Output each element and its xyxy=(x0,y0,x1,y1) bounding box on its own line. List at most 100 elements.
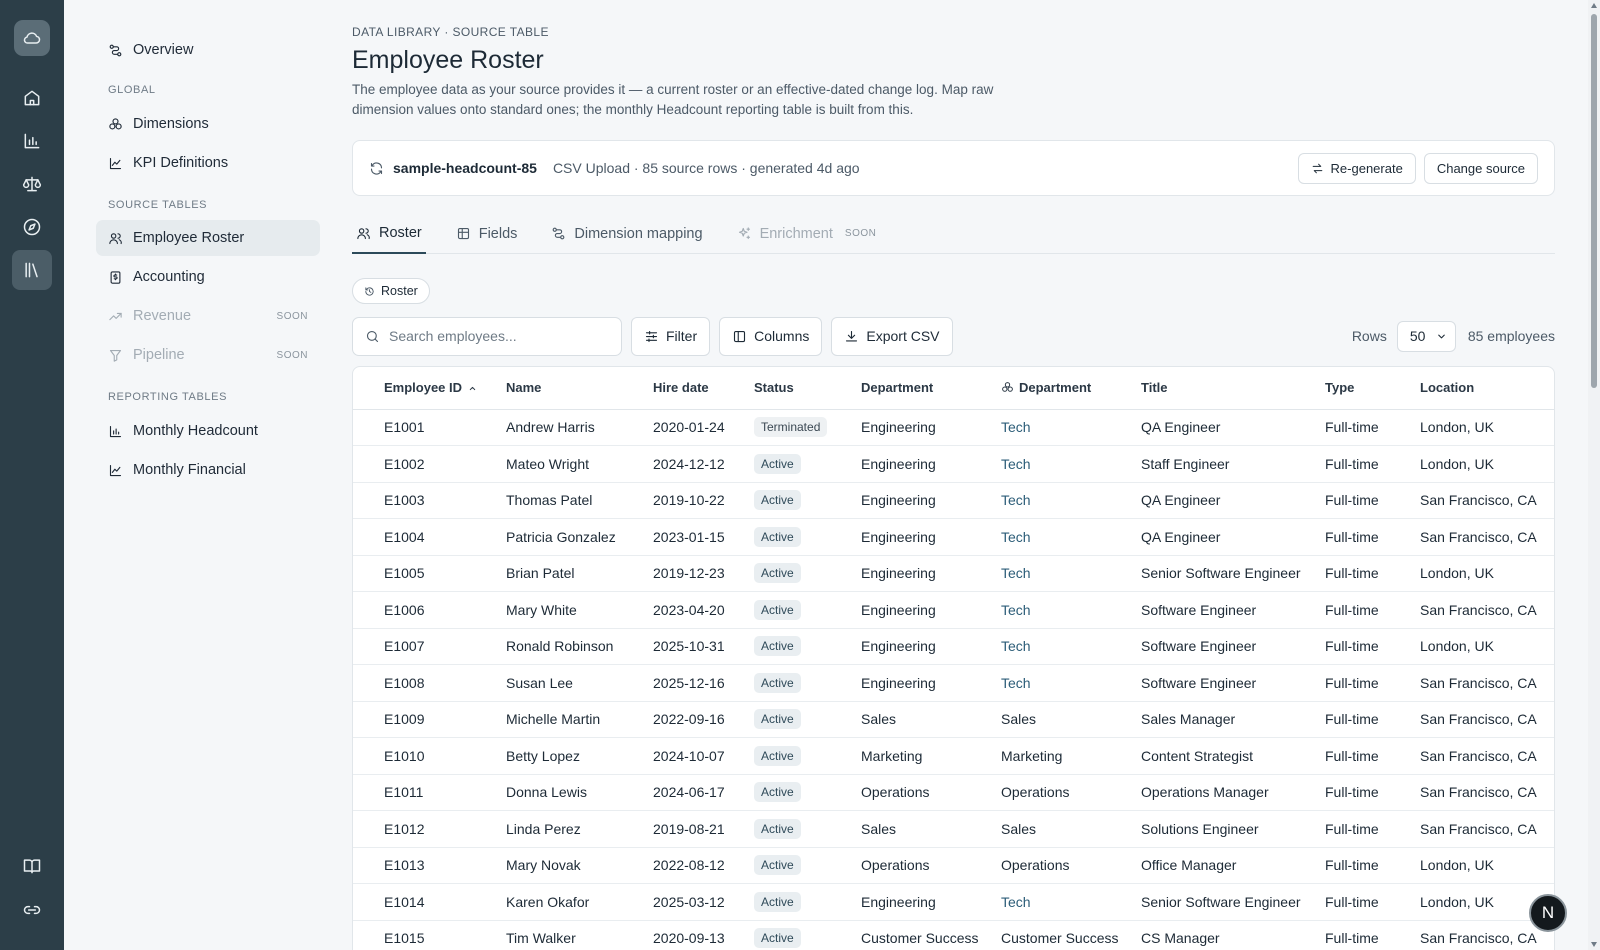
location-cell: London, UK xyxy=(1420,628,1554,665)
regenerate-button[interactable]: Re-generate xyxy=(1297,152,1416,184)
hire-date-cell: 2019-10-22 xyxy=(653,482,754,519)
location-cell: London, UK xyxy=(1420,445,1554,483)
table-row[interactable]: E1008 Susan Lee 2025-12-16 Active Engineerin… xyxy=(353,664,1554,702)
column-header-location[interactable]: Location xyxy=(1420,367,1554,410)
app-logo[interactable] xyxy=(14,20,50,56)
hire-date-cell: 2023-04-20 xyxy=(653,591,754,629)
rail-explore-button[interactable] xyxy=(12,207,52,247)
table-row[interactable]: E1013 Mary Novak 2022-08-12 Active Operation… xyxy=(353,847,1554,884)
rail-library-button[interactable] xyxy=(12,250,52,290)
search-box[interactable] xyxy=(352,316,622,356)
status-badge: Active xyxy=(754,928,801,949)
table-row[interactable]: E1006 Mary White 2023-04-20 Active Engineeri… xyxy=(353,591,1554,629)
scroll-thumb[interactable] xyxy=(1591,14,1597,388)
rail-home-button[interactable] xyxy=(12,78,52,118)
status-badge: Active xyxy=(754,745,801,766)
status-badge: Active xyxy=(754,563,801,584)
view-pill-label: Roster xyxy=(381,284,418,298)
table-row[interactable]: E1005 Brian Patel 2019-12-23 Active Engineer… xyxy=(353,555,1554,592)
department-cell: Sales xyxy=(861,701,1001,738)
column-header-status[interactable]: Status xyxy=(754,367,861,410)
column-header-title[interactable]: Title xyxy=(1141,367,1325,410)
rows-per-page-select[interactable]: 50 xyxy=(1396,320,1456,352)
status-badge: Active xyxy=(754,453,801,474)
department-cell: Marketing xyxy=(861,737,1001,775)
title-cell: Software Engineer xyxy=(1141,664,1325,702)
sidebar-item-employee-roster[interactable]: Employee Roster xyxy=(96,220,320,256)
column-header-employee-id[interactable]: Employee ID xyxy=(353,367,506,410)
ledger-icon xyxy=(110,270,121,284)
scroll-down-arrow-icon[interactable] xyxy=(1590,940,1598,948)
sidebar-item-kpi-definitions[interactable]: KPI Definitions xyxy=(96,145,320,181)
table-row[interactable]: E1010 Betty Lopez 2024-10-07 Active Marketin… xyxy=(353,737,1554,775)
status-cell: Active xyxy=(754,664,861,702)
table-row[interactable]: E1003 Thomas Patel 2019-10-22 Active Enginee… xyxy=(353,482,1554,519)
name-cell: Susan Lee xyxy=(506,664,653,702)
table-row[interactable]: E1001 Andrew Harris 2020-01-24 Terminated En… xyxy=(353,409,1554,446)
location-cell: San Francisco, CA xyxy=(1420,664,1554,702)
location-cell: San Francisco, CA xyxy=(1420,774,1554,811)
table-row[interactable]: E1009 Michelle Martin 2022-09-16 Active Sale… xyxy=(353,701,1554,738)
employee-id-cell: E1002 xyxy=(353,445,506,483)
type-cell: Full-time xyxy=(1325,847,1420,884)
standard-department-cell: Tech xyxy=(1001,883,1141,921)
hire-date-cell: 2020-01-24 xyxy=(653,409,754,446)
status-badge: Active xyxy=(754,672,801,693)
trending-up-icon xyxy=(109,312,122,320)
column-header-hire-date[interactable]: Hire date xyxy=(653,367,754,410)
tab-dimension-mapping[interactable]: Dimension mapping xyxy=(547,214,706,253)
change-source-button[interactable]: Change source xyxy=(1423,152,1538,184)
rail-balance-button[interactable] xyxy=(12,164,52,204)
funnel-icon xyxy=(109,349,122,362)
location-cell: San Francisco, CA xyxy=(1420,518,1554,556)
sidebar-item-revenue: Revenue SOON xyxy=(96,298,320,334)
export-csv-button[interactable]: Export CSV xyxy=(831,316,953,356)
sidebar-item-monthly-headcount[interactable]: Monthly Headcount xyxy=(96,413,320,449)
page-description: The employee data as your source provide… xyxy=(352,82,994,117)
table-row[interactable]: E1015 Tim Walker 2020-09-13 Active Customer … xyxy=(353,920,1554,950)
hire-date-cell: 2022-08-12 xyxy=(653,847,754,884)
sidebar-item-label: Accounting xyxy=(133,269,205,285)
location-cell: San Francisco, CA xyxy=(1420,737,1554,775)
bar-chart-icon xyxy=(109,425,122,437)
search-input[interactable] xyxy=(389,328,609,344)
column-header-department[interactable]: Department xyxy=(861,367,1001,410)
standard-department-cell: Operations xyxy=(1001,847,1141,884)
page-scrollbar[interactable] xyxy=(1588,0,1600,950)
location-cell: San Francisco, CA xyxy=(1420,591,1554,629)
table-row[interactable]: E1012 Linda Perez 2019-08-21 Active Sales Sal… xyxy=(353,810,1554,848)
tab-roster[interactable]: Roster xyxy=(352,214,426,254)
location-cell: San Francisco, CA xyxy=(1420,701,1554,738)
column-header-type[interactable]: Type xyxy=(1325,367,1420,410)
scroll-up-arrow-icon[interactable] xyxy=(1590,2,1598,10)
status-badge: Active xyxy=(754,818,801,839)
tab-fields[interactable]: Fields xyxy=(452,214,522,253)
table-row[interactable]: E1004 Patricia Gonzalez 2023-01-15 Active En… xyxy=(353,518,1554,556)
table-row[interactable]: E1014 Karen Okafor 2025-03-12 Active Enginee… xyxy=(353,883,1554,921)
column-header-name[interactable]: Name xyxy=(506,367,653,410)
name-cell: Mary Novak xyxy=(506,847,653,884)
table-row[interactable]: E1002 Mateo Wright 2024-12-12 Active Enginee… xyxy=(353,445,1554,483)
columns-button[interactable]: Columns xyxy=(719,316,823,356)
sidebar-item-dimensions[interactable]: Dimensions xyxy=(96,106,320,142)
sidebar-item-monthly-financial[interactable]: Monthly Financial xyxy=(96,452,320,488)
tab-label: Roster xyxy=(379,225,422,241)
table-row[interactable]: E1007 Ronald Robinson 2025-10-31 Active Engi… xyxy=(353,628,1554,665)
status-badge: Active xyxy=(754,490,801,511)
sidebar-item-accounting[interactable]: Accounting xyxy=(96,259,320,295)
sidebar-item-overview[interactable]: Overview xyxy=(96,32,320,68)
roster-table: Employee ID Name Hire date Status Depart… xyxy=(352,366,1555,950)
rail-integrations-button[interactable] xyxy=(12,890,52,930)
tab-label: Fields xyxy=(478,225,518,242)
name-cell: Michelle Martin xyxy=(506,701,653,738)
export-label: Export CSV xyxy=(866,328,940,344)
table-row[interactable]: E1011 Donna Lewis 2024-06-17 Active Operatio… xyxy=(353,774,1554,811)
view-pill[interactable]: Roster xyxy=(352,278,430,304)
hire-date-cell: 2025-12-16 xyxy=(653,664,754,702)
rail-analytics-button[interactable] xyxy=(12,121,52,161)
column-header-standard-department[interactable]: Department xyxy=(1001,367,1141,410)
user-avatar[interactable]: N xyxy=(1529,894,1567,932)
rail-docs-button[interactable] xyxy=(12,846,52,886)
sidebar-item-label: Overview xyxy=(133,42,194,58)
filter-button[interactable]: Filter xyxy=(631,316,711,356)
